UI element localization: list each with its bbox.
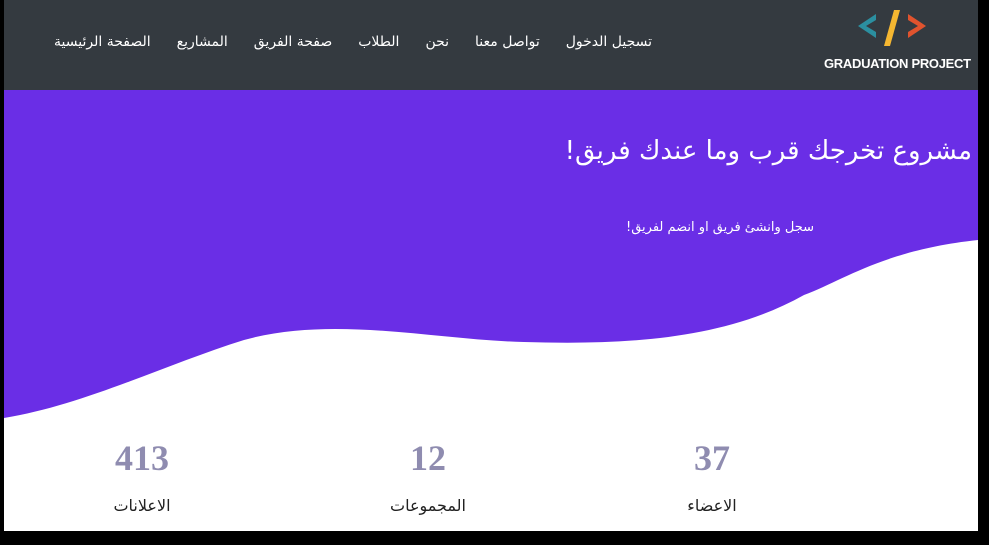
hero-section: مشروع تخرجك قرب وما عندك فريق! سجل وانشئ… — [4, 90, 978, 420]
stat-groups: 12 المجموعات — [348, 440, 508, 515]
hero-subtitle: سجل وانشئ فريق او انضم لفريق! — [625, 220, 814, 235]
nav-item-students[interactable]: الطلاب — [358, 34, 399, 50]
brand-logo[interactable]: GRADUATION PROJECT — [824, 8, 971, 74]
stat-groups-label: المجموعات — [390, 496, 466, 515]
nav-item-team-page[interactable]: صفحة الفريق — [254, 34, 333, 50]
hero-title: مشروع تخرجك قرب وما عندك فريق! — [564, 136, 972, 166]
stat-members-value: 37 — [694, 438, 730, 478]
stat-members-label: الاعضاء — [687, 496, 737, 515]
stat-announcements-label: الاعلانات — [113, 496, 171, 515]
nav-item-contact[interactable]: تواصل معنا — [475, 34, 540, 50]
top-navbar: GRADUATION PROJECT الصفحة الرئيسية المشا… — [4, 0, 978, 90]
stat-groups-value: 12 — [410, 438, 446, 478]
stat-members: 37 الاعضاء — [632, 440, 792, 515]
stat-announcements-value: 413 — [115, 438, 169, 478]
stat-announcements: 413 الاعلانات — [62, 440, 222, 515]
nav-item-projects[interactable]: المشاريع — [177, 34, 228, 50]
nav-item-home[interactable]: الصفحة الرئيسية — [54, 34, 151, 50]
nav-item-login[interactable]: تسجيل الدخول — [566, 34, 652, 50]
page-frame: GRADUATION PROJECT الصفحة الرئيسية المشا… — [4, 0, 978, 531]
code-brackets-icon — [858, 10, 926, 46]
nav-menu: الصفحة الرئيسية المشاريع صفحة الفريق الط… — [28, 34, 652, 50]
brand-logo-text: GRADUATION PROJECT — [824, 56, 971, 71]
nav-item-about[interactable]: نحن — [425, 34, 449, 50]
